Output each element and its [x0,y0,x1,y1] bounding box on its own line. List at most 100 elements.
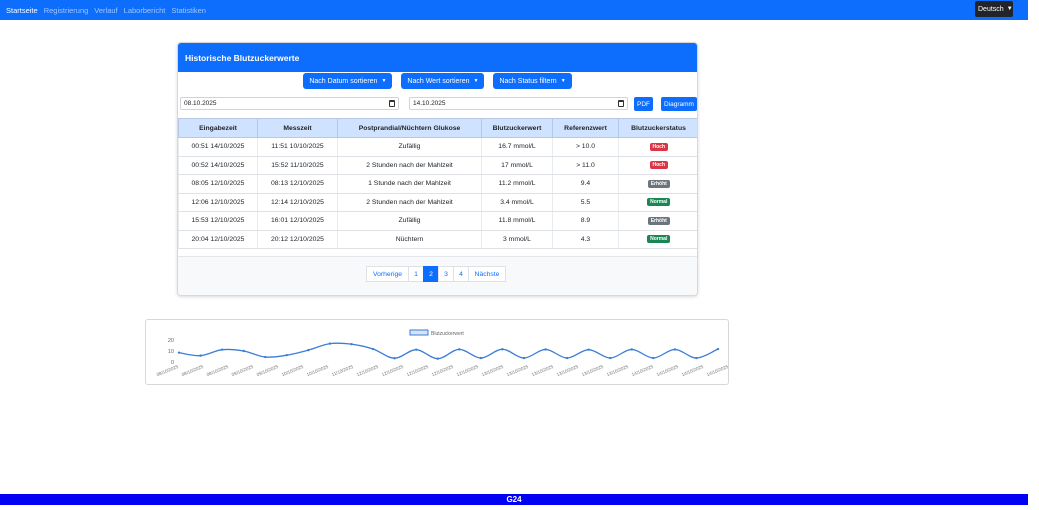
nav-link-laborbericht[interactable]: Laborbericht [124,6,166,15]
x-tick-label: 08/10/2025 [181,364,205,377]
data-point [630,348,633,351]
nav-link-startseite[interactable]: Startseite [6,6,38,15]
pagination-page[interactable]: 3 [438,266,454,282]
table-cell: 20:12 12/10/2025 [257,230,338,249]
data-point [716,347,720,351]
table-cell: 16:01 12/10/2025 [257,211,338,231]
x-tick-label: 14/10/2025 [656,364,680,377]
data-point [522,356,526,360]
data-point [328,342,332,345]
table-cell: 12:06 12/10/2025 [178,193,258,212]
calendar-icon[interactable] [389,100,395,107]
pagination: Vorherige 1 2 3 4 Nächste [366,266,506,282]
date-from-value: 08.10.2025 [184,100,217,107]
glucose-table: Eingabezeit Messzeit Postprandial/Nüchte… [178,118,697,249]
top-navbar: Startseite Registrierung Verlauf Laborbe… [0,0,1028,20]
data-point [264,355,267,359]
column-header[interactable]: Messzeit [257,118,338,138]
status-cell: Hoch [618,137,697,157]
pagination-page-active[interactable]: 2 [423,266,439,282]
table-cell: 15:52 11/10/2025 [257,156,338,175]
pdf-button[interactable]: PDF [634,97,653,111]
x-tick-label: 13/10/2025 [481,364,505,377]
table-cell: 3 mmol/L [481,230,553,249]
x-tick-label: 10/10/2025 [281,364,305,377]
data-point [479,356,483,360]
y-tick-label: 10 [168,349,174,355]
column-header[interactable]: Eingabezeit [178,118,258,138]
footer: G24 [0,494,1028,505]
table-cell: 11:51 10/10/2025 [257,137,338,157]
table-cell: 15:53 12/10/2025 [178,211,258,231]
pagination-page[interactable]: 4 [453,266,469,282]
data-point [609,356,612,360]
table-cell: 12:14 12/10/2025 [257,193,338,212]
x-tick-label: 11/10/2025 [331,364,354,377]
pagination-next[interactable]: Nächste [468,266,506,282]
pagination-previous[interactable]: Vorherige [366,266,409,282]
data-point [501,348,504,351]
sort-by-value-button[interactable]: Nach Wert sortieren ▼ [401,73,485,89]
series-line [178,342,719,360]
column-header[interactable]: Blutzuckerwert [481,118,553,138]
x-tick-label: 08/10/2025 [156,364,180,377]
card-footer: Vorherige 1 2 3 4 Nächste [178,256,697,295]
sort-by-value-label: Nach Wert sortieren [407,77,470,85]
data-point [673,348,677,351]
data-point [393,357,396,360]
column-header[interactable]: Blutzuckerstatus [618,118,697,138]
status-cell: Hoch [618,156,697,175]
table-row: 00:52 14/10/2025 15:52 11/10/2025 2 Stunde… [178,156,697,175]
table-cell: 2 Stunden nach der Mahlzeit [337,156,482,175]
calendar-icon[interactable] [618,100,624,107]
status-badge: Hoch [649,142,668,151]
history-card: Historische Blutzuckerwerte Nach Datum s… [177,42,698,296]
table-cell: 1 Stunde nach der Mahlzeit [337,174,482,194]
x-tick-label: 12/10/2025 [456,364,480,377]
x-tick-label: 14/10/2025 [706,364,730,377]
date-range-row: 08.10.2025 14.10.2025 PDF Diagramm [178,97,697,111]
x-tick-label: 13/10/2025 [556,364,580,377]
chart-container: Blutzuckerwert 0 10 20 08/10/2025 08/10/2025 0… [145,319,729,385]
table-cell: 20:04 12/10/2025 [178,230,258,249]
table-cell: 2 Stunden nach der Mahlzeit [337,193,482,212]
table-cell: Nüchtern [337,230,482,249]
caret-down-icon: ▼ [381,78,387,84]
chart-button[interactable]: Diagramm [661,97,697,111]
status-badge: Hoch [649,161,668,170]
data-point [414,348,418,351]
table-cell: Zufällig [337,211,482,231]
status-badge: Normal [647,198,671,207]
x-tick-label: 09/10/2025 [231,364,255,377]
x-tick-label: 13/10/2025 [506,364,530,377]
filter-bar: Nach Datum sortieren ▼ Nach Wert sortier… [178,72,697,92]
date-to-value: 14.10.2025 [413,100,446,107]
table-cell: 08:05 12/10/2025 [178,174,258,194]
nav-link-verlauf[interactable]: Verlauf [94,6,117,15]
status-cell: Normal [618,230,697,249]
data-point [695,356,698,360]
table-cell: 17 mmol/L [481,156,553,175]
x-tick-label: 13/10/2025 [581,364,605,377]
language-select[interactable]: Deutsch ▼ [975,1,1013,17]
table-cell: > 11.0 [552,156,619,175]
filter-by-status-label: Nach Status filtern [499,77,557,85]
pagination-page[interactable]: 1 [408,266,424,282]
nav-link-statistiken[interactable]: Statistiken [171,6,206,15]
date-to-input[interactable]: 14.10.2025 [409,97,628,110]
date-from-input[interactable]: 08.10.2025 [180,97,399,110]
language-value: Deutsch [978,5,1004,13]
x-tick-label: 12/10/2025 [406,364,430,377]
nav-link-registrierung[interactable]: Registrierung [44,6,89,15]
table-cell: 8.9 [552,211,619,231]
data-point [652,356,655,360]
table-cell: 08:13 12/10/2025 [257,174,338,194]
data-point [565,356,569,360]
sort-by-date-button[interactable]: Nach Datum sortieren ▼ [303,73,393,89]
table-row: 00:51 14/10/2025 11:51 10/10/2025 Zufällig… [178,137,697,157]
filter-by-status-button[interactable]: Nach Status filtern ▼ [493,73,572,89]
column-header[interactable]: Referenzwert [552,118,619,138]
column-header[interactable]: Postprandial/Nüchtern Glukose [337,118,482,138]
x-tick-label: 10/10/2025 [306,364,330,377]
data-point [220,348,224,351]
